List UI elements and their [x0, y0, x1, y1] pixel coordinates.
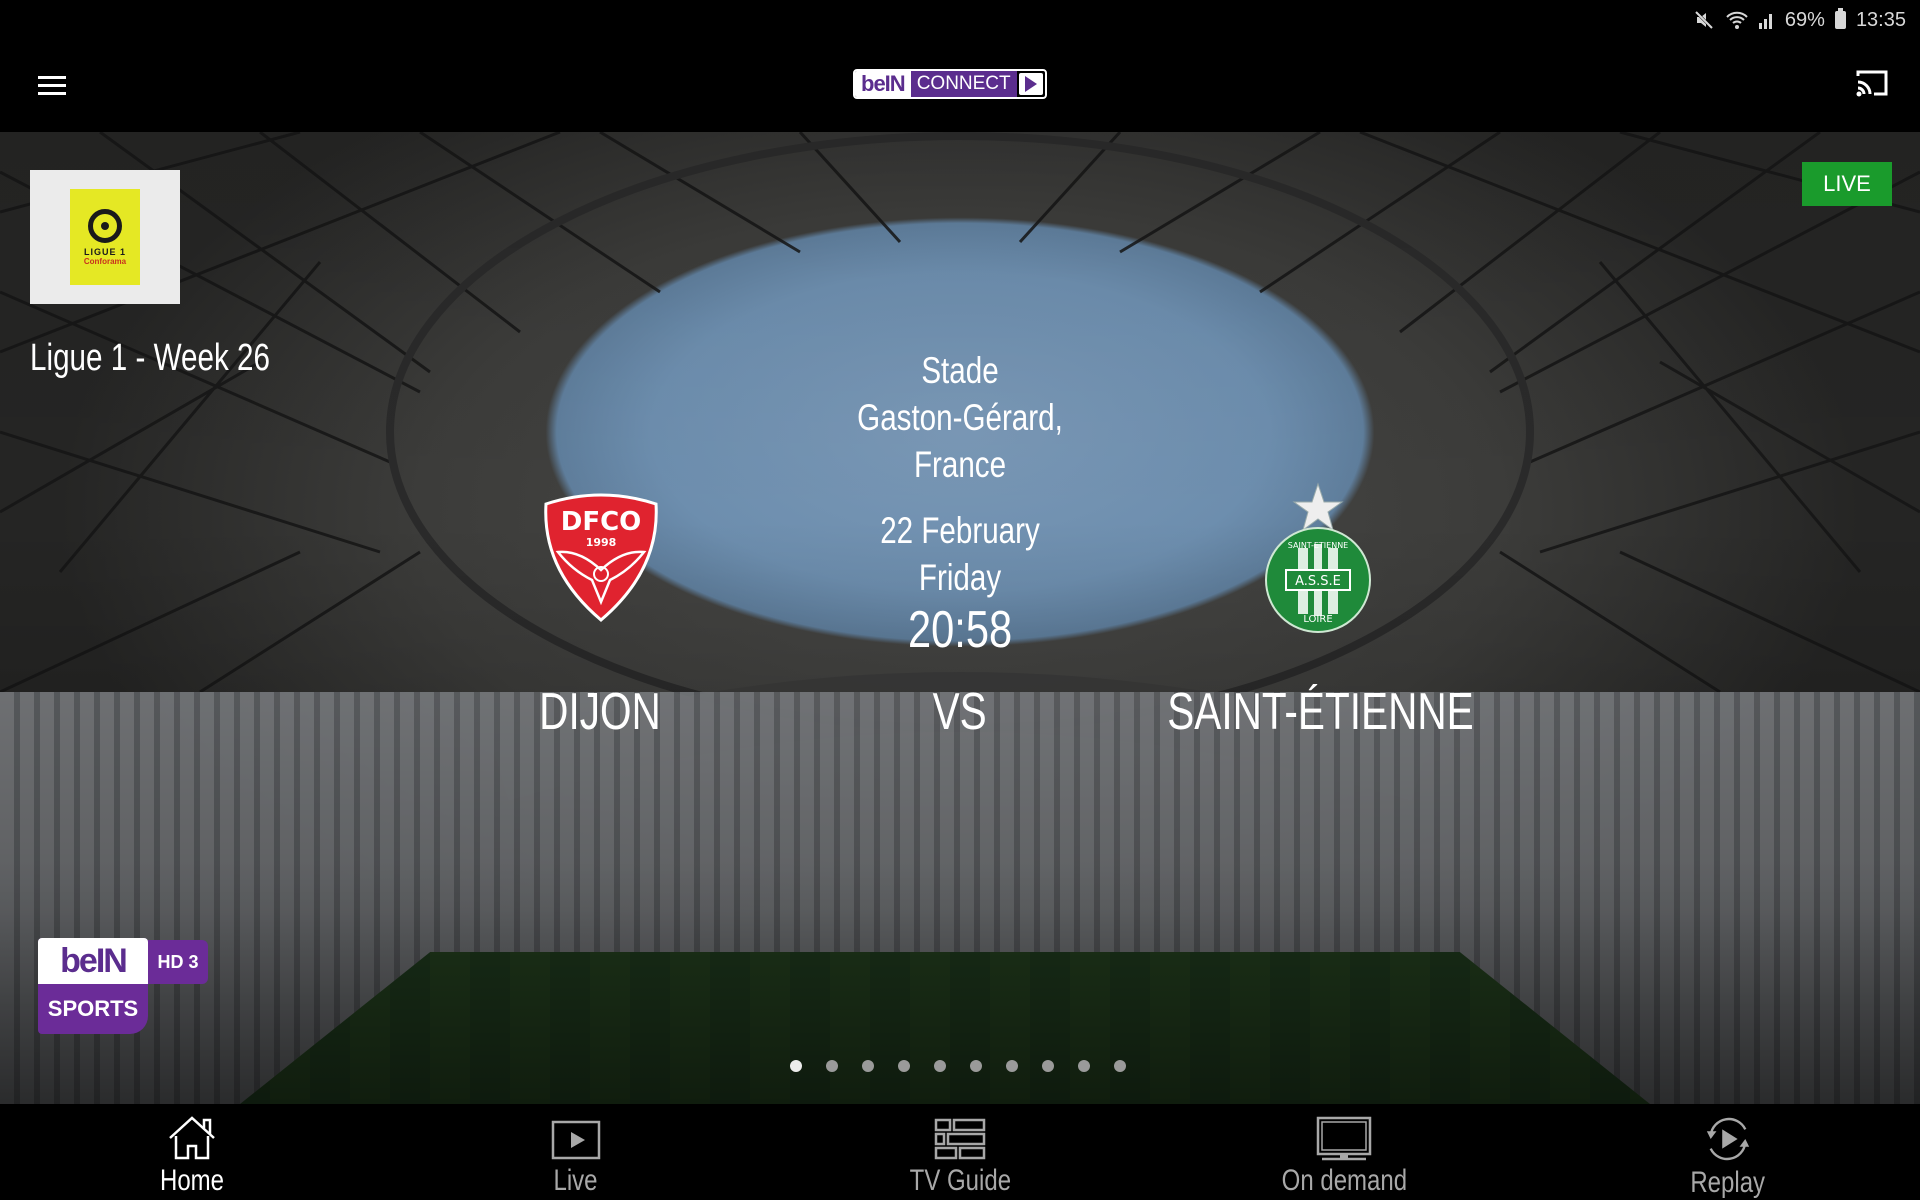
nav-on-demand[interactable]: On demand [1244, 1104, 1444, 1200]
carousel-pager [790, 1060, 1126, 1072]
pager-dot[interactable] [862, 1060, 874, 1072]
match-date: 22 February Friday [880, 510, 1040, 598]
tv-guide-icon [934, 1118, 986, 1160]
pager-dot[interactable] [1078, 1060, 1090, 1072]
bottom-navigation: Home Live TV Guide On demand Replay [0, 1104, 1920, 1200]
away-team-name: SAINT-ÉTIENNE [1166, 683, 1474, 741]
pager-dot[interactable] [934, 1060, 946, 1072]
logo-product: CONNECT [910, 71, 1017, 97]
app-bar: beIN CONNECT [0, 40, 1920, 132]
kickoff-time: 20:58 [907, 601, 1013, 659]
home-icon [169, 1116, 215, 1160]
dijon-crest: DFCO 1998 [544, 493, 658, 622]
status-bar: 69% 13:35 [0, 0, 1920, 40]
featured-match-carousel[interactable]: LIGUE 1 Conforama Ligue 1 - Week 26 LIVE… [0, 132, 1920, 1104]
battery-percent: 69% [1784, 8, 1825, 31]
pager-dot[interactable] [970, 1060, 982, 1072]
logo-brand: beIN [855, 71, 911, 97]
live-badge[interactable]: LIVE [1802, 162, 1892, 206]
pager-dot[interactable] [1114, 1060, 1126, 1072]
pager-dot[interactable] [1006, 1060, 1018, 1072]
ligue1-ball-icon [88, 208, 122, 243]
nav-home[interactable]: Home [92, 1104, 292, 1200]
saint-etienne-crest: A.S.S.E SAINT-ETIENNE LOIRE [1265, 482, 1371, 633]
pager-dot[interactable] [826, 1060, 838, 1072]
pager-dot[interactable] [898, 1060, 910, 1072]
svg-text:1998: 1998 [586, 536, 617, 549]
bein-sports-hd3-logo: beIN SPORTS HD 3 [38, 938, 210, 1034]
pager-dot[interactable] [790, 1060, 802, 1072]
battery-icon [1834, 8, 1846, 29]
hamburger-menu-icon[interactable] [38, 70, 70, 100]
svg-text:DFCO: DFCO [561, 507, 642, 537]
nav-tv-guide[interactable]: TV Guide [860, 1104, 1060, 1200]
cast-icon[interactable] [1854, 68, 1890, 100]
nav-live[interactable]: Live [476, 1104, 676, 1200]
live-play-icon [551, 1120, 601, 1160]
nav-replay[interactable]: Replay [1628, 1104, 1828, 1200]
svg-text:LOIRE: LOIRE [1303, 614, 1332, 625]
home-team-name: DIJON [539, 683, 661, 741]
competition-title: Ligue 1 - Week 26 [30, 337, 271, 379]
ligue1-logo: LIGUE 1 Conforama [30, 170, 180, 304]
bein-connect-logo: beIN CONNECT [853, 69, 1047, 99]
venue: Stade Gaston-Gérard, France [857, 350, 1063, 485]
wifi-icon [1725, 10, 1749, 30]
vs-label: VS [932, 683, 988, 741]
play-icon [1018, 73, 1043, 95]
svg-text:A.S.S.E: A.S.S.E [1295, 574, 1341, 589]
svg-text:SAINT-ETIENNE: SAINT-ETIENNE [1288, 541, 1348, 550]
clock: 13:35 [1855, 8, 1906, 31]
pager-dot[interactable] [1042, 1060, 1054, 1072]
mute-icon [1693, 9, 1715, 31]
signal-icon [1758, 11, 1775, 29]
tv-icon [1316, 1116, 1372, 1161]
replay-icon [1706, 1117, 1750, 1161]
